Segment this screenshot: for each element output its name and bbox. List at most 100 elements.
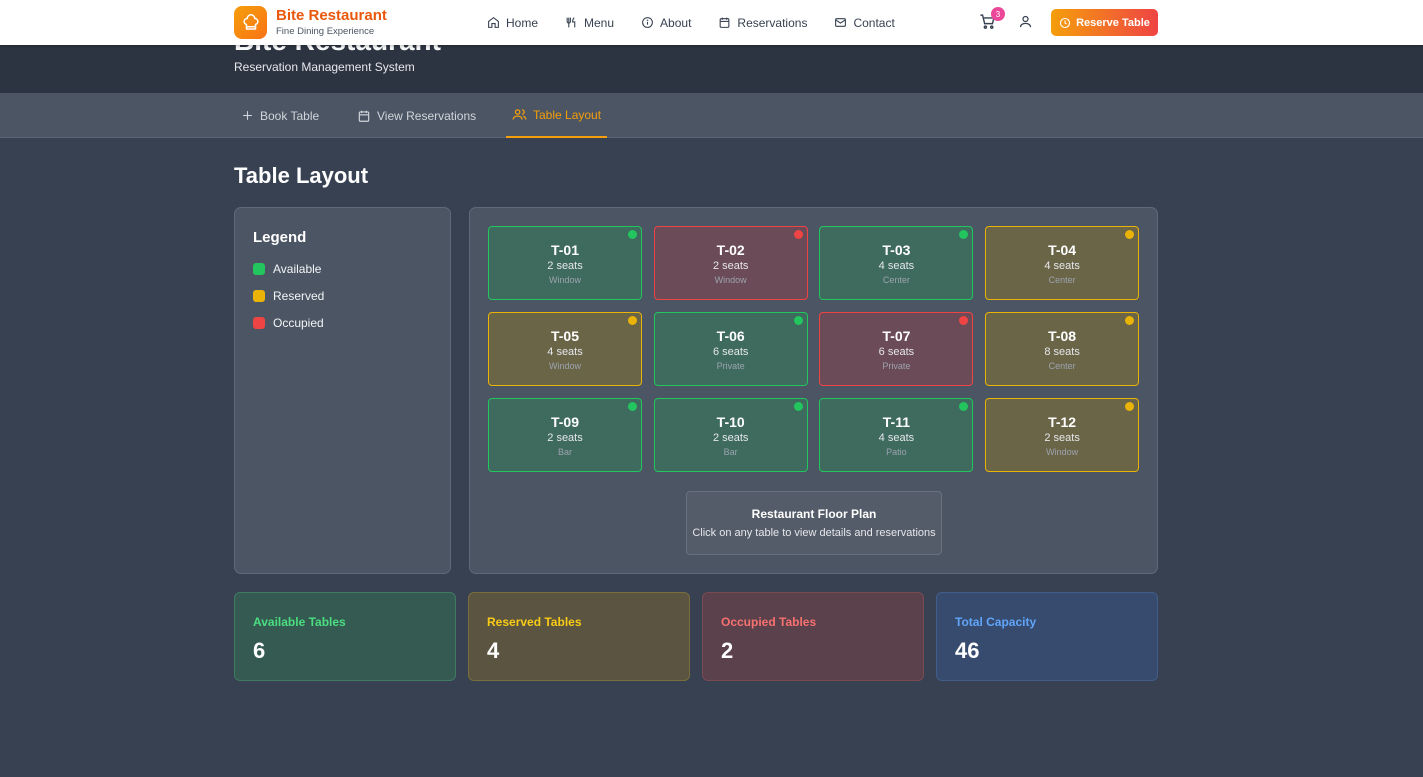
table-zone: Center xyxy=(882,275,910,285)
legend-item-reserved: Reserved xyxy=(253,289,324,303)
tab-table-layout[interactable]: Table Layout xyxy=(506,93,608,138)
table-card[interactable]: T-01 2 seats Window xyxy=(488,226,642,300)
top-navbar: Bite Restaurant Fine Dining Experience H… xyxy=(0,0,1423,45)
user-icon xyxy=(1019,15,1032,28)
stat-available-tables: Available Tables 6 xyxy=(234,592,456,681)
nav-link-about[interactable]: About xyxy=(641,16,691,30)
table-seats: 2 seats xyxy=(547,432,583,444)
table-card[interactable]: T-02 2 seats Window xyxy=(653,226,808,300)
reserve-table-label: Reserve Table xyxy=(1076,16,1150,29)
table-zone: Private xyxy=(716,361,745,371)
calendar-icon xyxy=(720,17,730,28)
stat-label: Occupied Tables xyxy=(721,615,817,629)
table-id: T-04 xyxy=(1048,242,1077,258)
table-card[interactable]: T-12 2 seats Window xyxy=(985,398,1140,472)
status-dot xyxy=(628,230,637,239)
table-id: T-03 xyxy=(882,242,911,258)
tab-label: Book Table xyxy=(260,108,320,123)
nav-link-label: About xyxy=(660,15,692,30)
nav-link-home[interactable]: Home xyxy=(487,16,538,30)
tab-view-reservations[interactable]: View Reservations xyxy=(357,93,476,138)
table-card[interactable]: T-10 2 seats Bar xyxy=(653,398,808,472)
table-id: T-11 xyxy=(882,414,911,430)
table-seats: 8 seats xyxy=(1044,346,1080,358)
table-zone: Bar xyxy=(723,447,738,457)
plus-icon xyxy=(243,111,252,120)
clock-icon xyxy=(1060,17,1071,28)
table-card[interactable]: T-05 4 seats Window xyxy=(488,312,642,386)
stat-label: Total Capacity xyxy=(955,615,1037,629)
table-id: T-10 xyxy=(716,414,745,430)
status-dot xyxy=(628,316,637,325)
nav-link-label: Home xyxy=(506,15,539,30)
user-button[interactable] xyxy=(1018,14,1034,30)
table-id: T-09 xyxy=(550,414,579,430)
status-dot xyxy=(793,230,803,239)
stat-reserved-tables: Reserved Tables 4 xyxy=(468,592,690,681)
legend-label: Reserved xyxy=(273,289,325,303)
stat-value: 6 xyxy=(253,638,266,663)
tab-label: Table Layout xyxy=(533,107,602,122)
cart-count-badge: 3 xyxy=(991,7,1005,21)
floor-plan-info: Restaurant Floor Plan Click on any table… xyxy=(686,491,942,555)
table-card[interactable]: T-09 2 seats Bar xyxy=(488,398,642,472)
table-seats: 2 seats xyxy=(712,260,749,272)
stat-label: Reserved Tables xyxy=(487,615,582,629)
table-id: T-08 xyxy=(1048,328,1077,344)
table-card[interactable]: T-03 4 seats Center xyxy=(819,226,974,300)
table-card[interactable]: T-08 8 seats Center xyxy=(985,312,1140,386)
table-seats: 4 seats xyxy=(878,432,915,444)
status-dot xyxy=(959,230,969,239)
nav-link-reservations[interactable]: Reservations xyxy=(718,16,807,30)
table-card[interactable]: T-07 6 seats Private xyxy=(819,312,974,386)
table-zone: Private xyxy=(882,361,911,371)
table-card[interactable]: T-04 4 seats Center xyxy=(985,226,1140,300)
floor-plan-panel: T-01 2 seats Window T-02 2 seats Window T-03 4 … xyxy=(469,207,1158,574)
table-seats: 6 seats xyxy=(878,346,915,358)
table-card[interactable]: T-11 4 seats Patio xyxy=(819,398,974,472)
cart-button[interactable]: 3 xyxy=(979,7,1005,33)
mail-icon xyxy=(835,18,847,27)
reserve-table-button[interactable]: Reserve Table xyxy=(1051,9,1158,36)
nav-links: Home Menu About Reservations Contact xyxy=(487,0,922,45)
status-dot xyxy=(1125,316,1135,325)
home-icon xyxy=(488,16,499,28)
legend-label: Occupied xyxy=(273,316,324,330)
table-card[interactable]: T-06 6 seats Private xyxy=(653,312,808,386)
table-id: T-01 xyxy=(550,242,579,258)
status-dot xyxy=(959,402,969,411)
nav-link-label: Reservations xyxy=(737,15,808,30)
status-dot xyxy=(1125,230,1135,239)
hero-subtitle: Reservation Management System xyxy=(234,60,415,74)
table-id: T-05 xyxy=(550,328,579,344)
status-dot xyxy=(793,402,803,411)
table-zone: Window xyxy=(548,275,581,285)
stat-total-capacity: Total Capacity 46 xyxy=(936,592,1158,681)
status-dot xyxy=(1125,402,1135,411)
table-id: T-02 xyxy=(716,242,745,258)
brand-tagline: Fine Dining Experience xyxy=(276,26,375,37)
stat-value: 4 xyxy=(487,638,500,663)
table-seats: 2 seats xyxy=(547,260,583,272)
legend-label: Available xyxy=(273,262,322,276)
tab-book-table[interactable]: Book Table xyxy=(241,93,319,138)
table-zone: Window xyxy=(1046,447,1079,457)
table-zone: Bar xyxy=(557,447,572,457)
stat-value: 2 xyxy=(721,638,734,663)
page-title: Table Layout xyxy=(234,163,369,188)
table-seats: 2 seats xyxy=(712,432,749,444)
legend-title: Legend xyxy=(253,229,307,246)
table-seats: 4 seats xyxy=(547,346,583,358)
calendar-icon xyxy=(358,110,370,122)
table-id: T-06 xyxy=(716,328,745,344)
table-seats: 6 seats xyxy=(712,346,749,358)
nav-link-contact[interactable]: Contact xyxy=(834,16,895,30)
nav-link-menu[interactable]: Menu xyxy=(565,16,614,30)
stat-value: 46 xyxy=(955,638,980,663)
table-seats: 4 seats xyxy=(1044,260,1080,272)
brand[interactable]: Bite Restaurant Fine Dining Experience xyxy=(234,6,387,39)
hero-title: Bite Restaurant xyxy=(234,45,441,57)
info-icon xyxy=(642,17,653,28)
brand-name: Bite Restaurant xyxy=(276,7,387,24)
utensils-icon xyxy=(566,17,576,28)
